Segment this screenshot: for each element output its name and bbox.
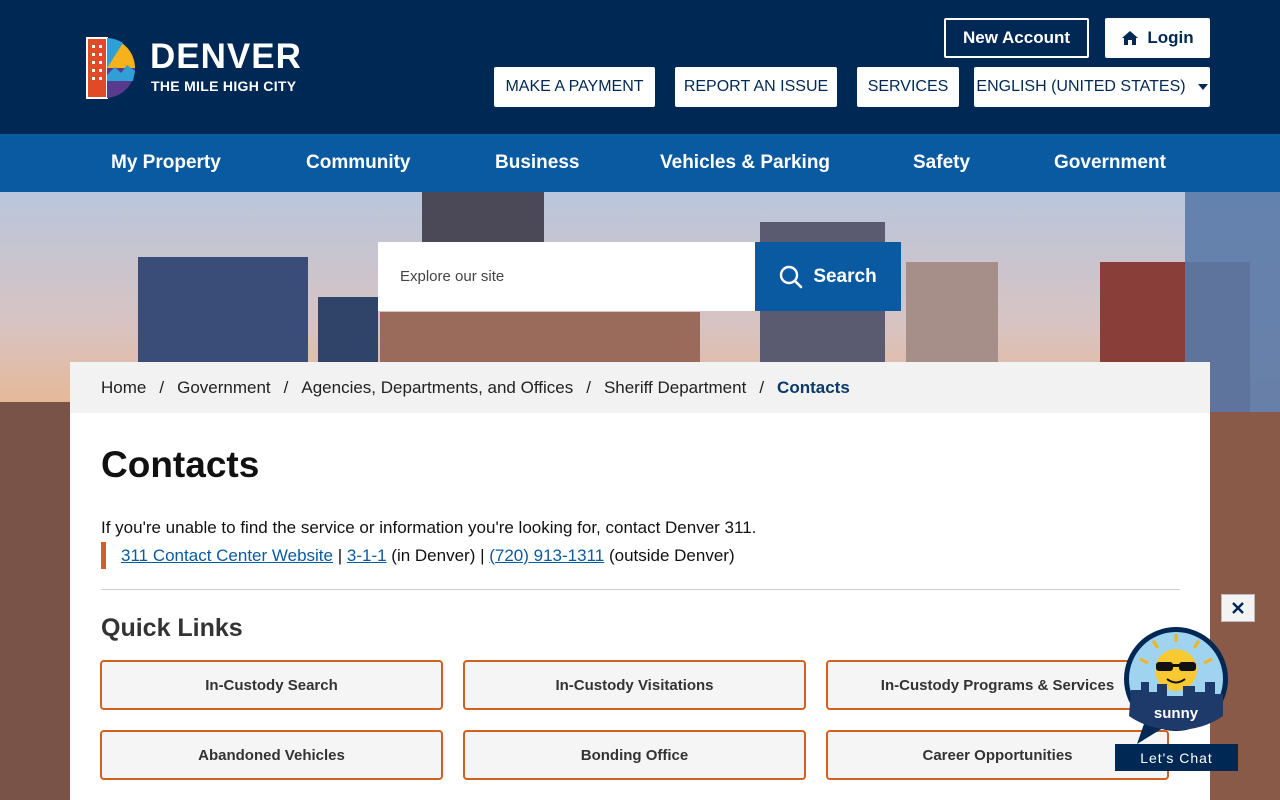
breadcrumb-separator: / <box>159 377 165 397</box>
logo-tagline: THE MILE HIGH CITY <box>151 78 297 94</box>
make-payment-button[interactable]: MAKE A PAYMENT <box>494 67 655 107</box>
quick-link-in-custody-search[interactable]: In-Custody Search <box>100 660 443 710</box>
nav-item-my-property[interactable]: My Property <box>111 134 221 192</box>
logo-wordmark: DENVER <box>150 37 302 76</box>
chat-label[interactable]: Let's Chat <box>1115 744 1238 771</box>
login-button[interactable]: Login <box>1105 18 1210 58</box>
nav-item-vehicles-parking[interactable]: Vehicles & Parking <box>660 134 830 192</box>
breadcrumb-home[interactable]: Home <box>101 378 146 398</box>
phone-311-note: (in Denver) | <box>386 545 490 565</box>
breadcrumb-separator: / <box>586 377 591 397</box>
search-button-label: Search <box>813 265 877 287</box>
breadcrumb-agencies[interactable]: Agencies, Departments, and Offices <box>301 378 573 398</box>
quick-link-in-custody-visitations[interactable]: In-Custody Visitations <box>463 660 806 710</box>
intro-text: If you're unable to find the service or … <box>101 518 757 537</box>
breadcrumb-separator: / <box>283 377 289 397</box>
chat-bot-name: sunny <box>1154 705 1199 722</box>
search-button[interactable]: Search <box>755 242 901 311</box>
new-account-button[interactable]: New Account <box>944 18 1089 58</box>
breadcrumb-current: Contacts <box>777 377 850 397</box>
nav-item-government[interactable]: Government <box>1054 134 1166 192</box>
report-issue-button[interactable]: REPORT AN ISSUE <box>675 67 837 107</box>
login-label: Login <box>1147 28 1194 47</box>
site-header: DENVER THE MILE HIGH CITY New Account Lo… <box>0 0 1280 134</box>
chat-close-button[interactable] <box>1221 594 1255 622</box>
skyline-building <box>138 257 308 367</box>
chat-launcher[interactable]: sunny <box>1123 626 1230 746</box>
breadcrumb-separator: / <box>759 377 765 397</box>
breadcrumb-sheriff[interactable]: Sheriff Department <box>604 378 746 398</box>
search-icon <box>780 265 803 288</box>
home-icon <box>1122 31 1139 45</box>
contact-separator: | <box>333 545 347 565</box>
nav-item-community[interactable]: Community <box>306 134 411 192</box>
denver-logo[interactable]: DENVER THE MILE HIGH CITY <box>85 35 315 101</box>
quick-links-title: Quick Links <box>101 614 243 642</box>
page-title: Contacts <box>101 444 260 485</box>
denver-logo-mark-icon <box>86 37 136 99</box>
divider <box>101 589 1180 590</box>
nav-item-business[interactable]: Business <box>495 134 579 192</box>
main-nav: My Property Community Business Vehicles … <box>0 134 1280 192</box>
phone-long-link[interactable]: (720) 913-1311 <box>489 546 604 566</box>
search-input[interactable]: Explore our site <box>378 242 755 311</box>
quick-link-bonding-office[interactable]: Bonding Office <box>463 730 806 780</box>
quick-link-in-custody-programs[interactable]: In-Custody Programs & Services <box>826 660 1169 710</box>
language-selected-label: ENGLISH (UNITED STATES) <box>976 78 1186 95</box>
breadcrumb-government[interactable]: Government <box>177 378 271 398</box>
contact-center-link[interactable]: 311 Contact Center Website <box>121 546 333 566</box>
skyline-building <box>906 262 998 362</box>
skyline-building <box>0 402 70 800</box>
breadcrumb: Home / Government / Agencies, Department… <box>70 362 1210 413</box>
nav-item-safety[interactable]: Safety <box>913 134 970 192</box>
skyline-building <box>380 312 700 367</box>
contact-info: 311 Contact Center Website | 3-1-1 (in D… <box>101 542 735 569</box>
quick-link-abandoned-vehicles[interactable]: Abandoned Vehicles <box>100 730 443 780</box>
skyline-building <box>318 297 378 367</box>
sunny-sun-icon: sunny <box>1124 627 1228 744</box>
accent-bar <box>101 542 106 569</box>
services-button[interactable]: SERVICES <box>857 67 959 107</box>
chevron-down-icon <box>1197 84 1208 90</box>
language-select[interactable]: ENGLISH (UNITED STATES) <box>974 67 1210 107</box>
close-icon <box>1232 602 1244 614</box>
skyline-building <box>422 192 544 242</box>
phone-long-note: (outside Denver) <box>604 545 735 565</box>
phone-311-link[interactable]: 3-1-1 <box>347 546 387 566</box>
